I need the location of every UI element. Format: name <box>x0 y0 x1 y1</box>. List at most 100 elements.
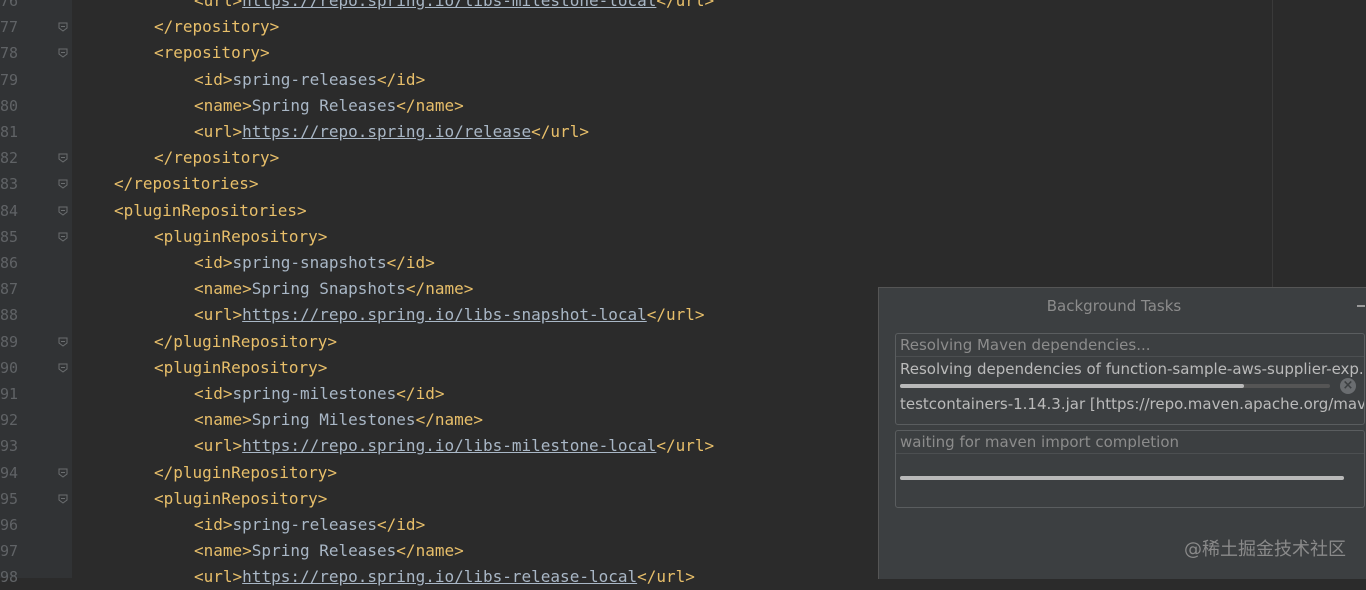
xml-tag: </url> <box>646 305 705 325</box>
code-text: <url>https://repo.spring.io/libs-snapsho… <box>194 302 705 328</box>
fold-marker-icon[interactable] <box>58 468 68 478</box>
code-line[interactable]: 85 <pluginRepository> <box>0 224 1366 250</box>
xml-tag: </pluginRepository> <box>154 462 338 482</box>
line-number: 76 <box>0 0 19 10</box>
line-number: 77 <box>0 18 19 37</box>
task-title: Resolving dependencies of function-sampl… <box>900 360 1364 378</box>
xml-tag: <id> <box>194 69 233 89</box>
line-number: 80 <box>0 96 19 115</box>
line-number: 95 <box>0 489 19 508</box>
xml-tag: </name> <box>396 541 464 561</box>
code-text: <url>https://repo.spring.io/release</url… <box>194 119 589 145</box>
minimize-icon[interactable] <box>1357 305 1365 307</box>
line-number: 87 <box>0 280 19 299</box>
line-number: 86 <box>0 254 19 272</box>
fold-marker-icon[interactable] <box>58 153 68 163</box>
code-text: <name>Spring Releases</name> <box>194 538 464 564</box>
line-number: 97 <box>0 542 19 561</box>
url-link[interactable]: https://repo.spring.io/release <box>242 122 531 141</box>
xml-tag: </name> <box>396 95 464 115</box>
fold-marker-icon[interactable] <box>58 179 68 190</box>
xml-tag: <id> <box>194 515 233 534</box>
url-link[interactable]: https://repo.spring.io/libs-snapshot-loc… <box>242 305 647 324</box>
code-line[interactable]: 78 <repository> <box>0 40 1366 66</box>
xml-tag: </url> <box>656 436 715 456</box>
url-link[interactable]: https://repo.spring.io/libs-milestone-lo… <box>242 0 656 10</box>
line-number: 96 <box>0 516 19 534</box>
xml-value: spring-milestones <box>232 384 397 403</box>
code-text: <id>spring-releases</id> <box>194 67 425 93</box>
code-line[interactable]: 86 <id>spring-snapshots</id> <box>0 250 1366 276</box>
code-text: </repositories> <box>114 171 259 197</box>
line-number: 84 <box>0 201 19 220</box>
code-text: <name>Spring Milestones</name> <box>194 407 483 433</box>
code-line[interactable]: 82 </repository> <box>0 145 1366 171</box>
code-line[interactable]: 79 <id>spring-releases</id> <box>0 67 1366 93</box>
line-number: 81 <box>0 123 19 141</box>
url-link[interactable]: https://repo.spring.io/libs-release-loca… <box>242 567 637 586</box>
line-number: 90 <box>0 358 19 377</box>
line-number: 91 <box>0 385 19 403</box>
fold-marker-icon[interactable] <box>58 22 68 32</box>
xml-tag: <url> <box>194 0 243 10</box>
line-number: 94 <box>0 463 19 482</box>
watermark: @稀土掘金技术社区 <box>1184 539 1346 560</box>
xml-tag: </id> <box>396 384 445 403</box>
fold-marker-icon[interactable] <box>58 337 68 347</box>
xml-value: Spring Milestones <box>251 410 416 430</box>
xml-tag: </name> <box>405 279 474 299</box>
xml-tag: <id> <box>194 253 233 272</box>
task-maven-import: waiting for maven import completion <box>895 430 1365 508</box>
xml-tag: </url> <box>531 122 589 141</box>
code-text: <url>https://repo.spring.io/libs-milesto… <box>194 433 714 459</box>
code-text: <id>spring-snapshots</id> <box>194 250 435 276</box>
code-line[interactable]: 80 <name>Spring Releases</name> <box>0 93 1366 119</box>
fold-marker-icon[interactable] <box>58 48 68 59</box>
fold-marker-icon[interactable] <box>58 232 68 242</box>
xml-tag: </url> <box>637 567 695 587</box>
xml-value: Spring Releases <box>251 95 397 115</box>
xml-tag: </repositories> <box>114 174 259 194</box>
code-text: <name>Spring Snapshots</name> <box>194 276 473 302</box>
fold-marker-icon[interactable] <box>58 206 68 216</box>
code-line[interactable]: 84 <pluginRepositories> <box>0 198 1366 224</box>
cancel-circle-icon[interactable]: × <box>1340 378 1356 394</box>
code-text: <pluginRepository> <box>154 224 327 250</box>
xml-tag: <pluginRepository> <box>154 357 328 377</box>
fold-marker-icon[interactable] <box>58 363 68 373</box>
code-line[interactable]: 77 </repository> <box>0 14 1366 40</box>
xml-tag: <pluginRepository> <box>154 488 328 508</box>
code-line[interactable]: 81 <url>https://repo.spring.io/release</u… <box>0 119 1366 145</box>
fold-marker-icon[interactable] <box>58 494 68 504</box>
code-text: </repository> <box>154 145 279 171</box>
progress-bar <box>900 476 1344 480</box>
xml-value: Spring Releases <box>251 541 397 561</box>
xml-value: spring-releases <box>232 69 378 89</box>
line-number: 93 <box>0 437 19 456</box>
task-detail: testcontainers-1.14.3.jar [https://repo.… <box>900 395 1364 413</box>
xml-tag: <url> <box>194 567 243 587</box>
code-line[interactable]: 76 <url>https://repo.spring.io/libs-miles… <box>0 0 1366 14</box>
xml-tag: <url> <box>194 305 243 325</box>
line-number: 88 <box>0 306 19 325</box>
xml-tag: <url> <box>194 436 243 456</box>
xml-value: spring-releases <box>232 515 378 534</box>
code-line[interactable]: 83 </repositories> <box>0 171 1366 197</box>
xml-tag: <name> <box>194 279 252 299</box>
xml-tag: </id> <box>377 69 426 89</box>
xml-tag: <url> <box>194 122 243 141</box>
xml-tag: </repository> <box>154 148 280 168</box>
xml-tag: <name> <box>194 541 252 561</box>
xml-tag: </id> <box>377 515 426 534</box>
xml-tag: <name> <box>194 95 252 115</box>
code-text: <id>spring-releases</id> <box>194 512 425 538</box>
url-link[interactable]: https://repo.spring.io/libs-milestone-lo… <box>242 436 656 455</box>
code-text: <id>spring-milestones</id> <box>194 381 444 407</box>
line-number: 98 <box>0 568 19 587</box>
code-text: </pluginRepository> <box>154 329 337 355</box>
xml-tag: </repository> <box>154 17 280 37</box>
task-header: Resolving Maven dependencies... <box>896 334 1364 357</box>
code-text: <pluginRepositories> <box>114 198 307 224</box>
xml-tag: <name> <box>194 410 252 430</box>
xml-tag: </name> <box>415 410 483 430</box>
